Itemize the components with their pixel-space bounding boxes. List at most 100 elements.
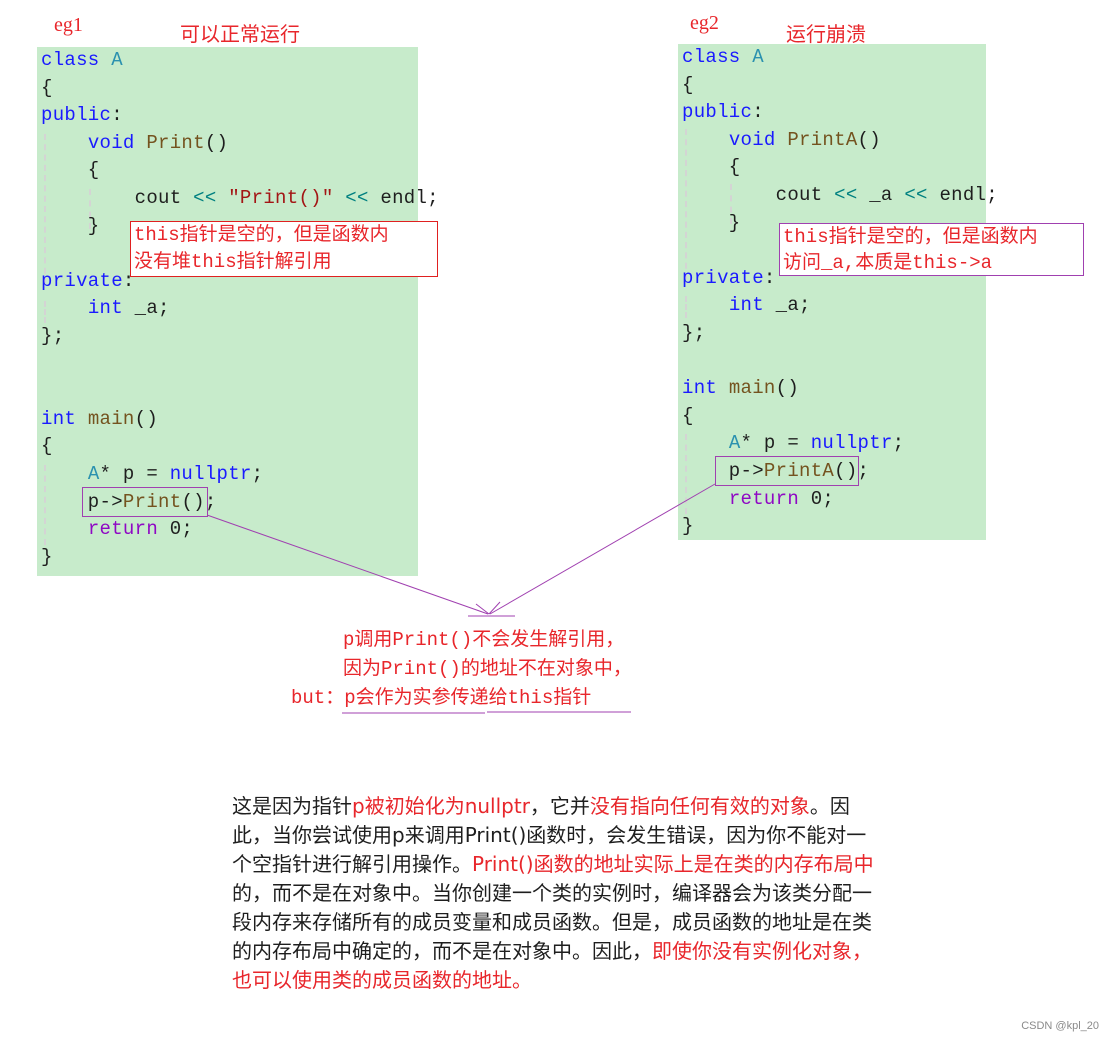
code-line: { xyxy=(41,75,53,102)
code-token: << xyxy=(333,187,381,209)
example1-note: this指针是空的，但是函数内 没有堆this指针解引用 xyxy=(130,221,438,277)
code-token: public xyxy=(41,104,112,127)
code-token: 0; xyxy=(169,518,194,541)
code-token: () xyxy=(775,377,800,400)
example1-note-line2: 没有堆this指针解引用 xyxy=(134,251,332,273)
example2-tag: eg2 xyxy=(690,12,719,34)
code-token: int xyxy=(87,297,135,320)
code-line: int _a; xyxy=(41,295,170,322)
code-token: _a; xyxy=(775,294,811,317)
code-token: nullptr xyxy=(169,463,252,485)
code-token: public xyxy=(682,101,753,124)
center-note-but: but： xyxy=(291,687,345,709)
code-token: { xyxy=(41,76,53,99)
code-token: : xyxy=(111,104,123,127)
code-token: cout xyxy=(41,187,194,209)
code-token: { xyxy=(41,435,53,458)
code-line: A* p = nullptr; xyxy=(41,461,263,488)
code-line: void Print() xyxy=(41,130,228,157)
code-line: } xyxy=(682,210,741,237)
example1-note-line1: this指针是空的，但是函数内 xyxy=(134,224,389,246)
example1-tag: eg1 xyxy=(54,14,83,36)
code-token: * p = xyxy=(99,463,170,485)
code-line: return 0; xyxy=(682,486,834,513)
paragraph-text: ，它并 xyxy=(529,794,590,818)
code-token: << xyxy=(892,184,940,206)
code-token: ; xyxy=(251,463,264,485)
code-token: endl; xyxy=(380,187,439,209)
example2-note-line2: 访问_a,本质是this->a xyxy=(783,252,993,274)
arrowhead-right xyxy=(488,601,501,615)
code-line: } xyxy=(41,544,53,571)
code-line: { xyxy=(682,403,694,430)
code-line: private: xyxy=(41,268,135,295)
highlighted-text: p被初始化为nullptr xyxy=(352,794,530,818)
code-line: public: xyxy=(682,99,764,126)
code-line: { xyxy=(41,433,53,460)
code-token: A xyxy=(87,463,100,485)
code-token: PrintA xyxy=(787,128,858,151)
code-token: _a xyxy=(869,184,893,206)
code-token: A xyxy=(728,432,741,455)
code-token: A xyxy=(111,49,123,71)
code-token: return xyxy=(87,518,170,541)
code-line: int _a; xyxy=(682,292,811,319)
code-line: class A xyxy=(41,47,123,74)
code-token: } xyxy=(682,515,694,538)
code-token: _a; xyxy=(134,297,170,320)
center-note-line1: p调用Print()不会发生解引用， xyxy=(343,629,625,651)
example2-note-line1: this指针是空的，但是函数内 xyxy=(783,226,1038,248)
highlighted-text: Print()函数的地址实际上是在类的内存布局中 xyxy=(472,852,874,876)
code-line: }; xyxy=(682,320,705,347)
code-token: : xyxy=(752,101,764,124)
code-token: }; xyxy=(41,325,65,347)
code-token: } xyxy=(682,211,741,234)
code-line: public: xyxy=(41,102,123,129)
code-token: cout xyxy=(682,184,835,206)
center-note-line3: but：p会作为实参传递给this指针 xyxy=(291,684,591,713)
code-line: { xyxy=(41,157,100,184)
code-token: private xyxy=(41,269,123,292)
code-line: class A xyxy=(682,44,764,71)
code-token: int xyxy=(41,407,88,430)
highlighted-text: 没有指向任何有效的对象 xyxy=(589,794,810,818)
code-token: { xyxy=(682,73,694,96)
paragraph-text: 这是因为指针 xyxy=(232,794,352,818)
code-token: return xyxy=(728,487,811,510)
code-line: }; xyxy=(41,323,64,350)
code-line: A* p = nullptr; xyxy=(682,430,904,457)
example2-note: this指针是空的，但是函数内 访问_a,本质是this->a xyxy=(779,223,1084,276)
code-token: () xyxy=(857,128,881,151)
example2-call-highlight xyxy=(715,456,859,486)
code-token: { xyxy=(682,156,741,179)
code-token: main xyxy=(728,377,776,400)
code-token: } xyxy=(41,545,53,568)
code-line: { xyxy=(682,154,741,181)
explanation-paragraph: 这是因为指针p被初始化为nullptr，它并没有指向任何有效的对象。因此，当你尝… xyxy=(232,792,882,995)
code-token: : xyxy=(763,266,776,289)
code-token: { xyxy=(41,159,100,182)
code-token: }; xyxy=(682,322,706,344)
code-token: endl; xyxy=(939,184,998,206)
center-note-main: p会作为实参传递给this指针 xyxy=(344,687,592,709)
code-token: } xyxy=(41,214,100,237)
code-line: } xyxy=(682,513,694,540)
code-token: void xyxy=(87,131,147,154)
code-line: void PrintA() xyxy=(682,127,881,154)
code-line: private: xyxy=(682,265,776,292)
code-token: "Print()" xyxy=(228,187,334,209)
code-token: () xyxy=(134,407,159,430)
code-token: ; xyxy=(892,432,905,455)
code-line: cout << "Print()" << endl; xyxy=(41,185,439,212)
code-token: nullptr xyxy=(810,432,893,455)
code-line: int main() xyxy=(41,406,158,433)
code-token: main xyxy=(87,407,135,430)
code-token: A xyxy=(752,46,764,68)
